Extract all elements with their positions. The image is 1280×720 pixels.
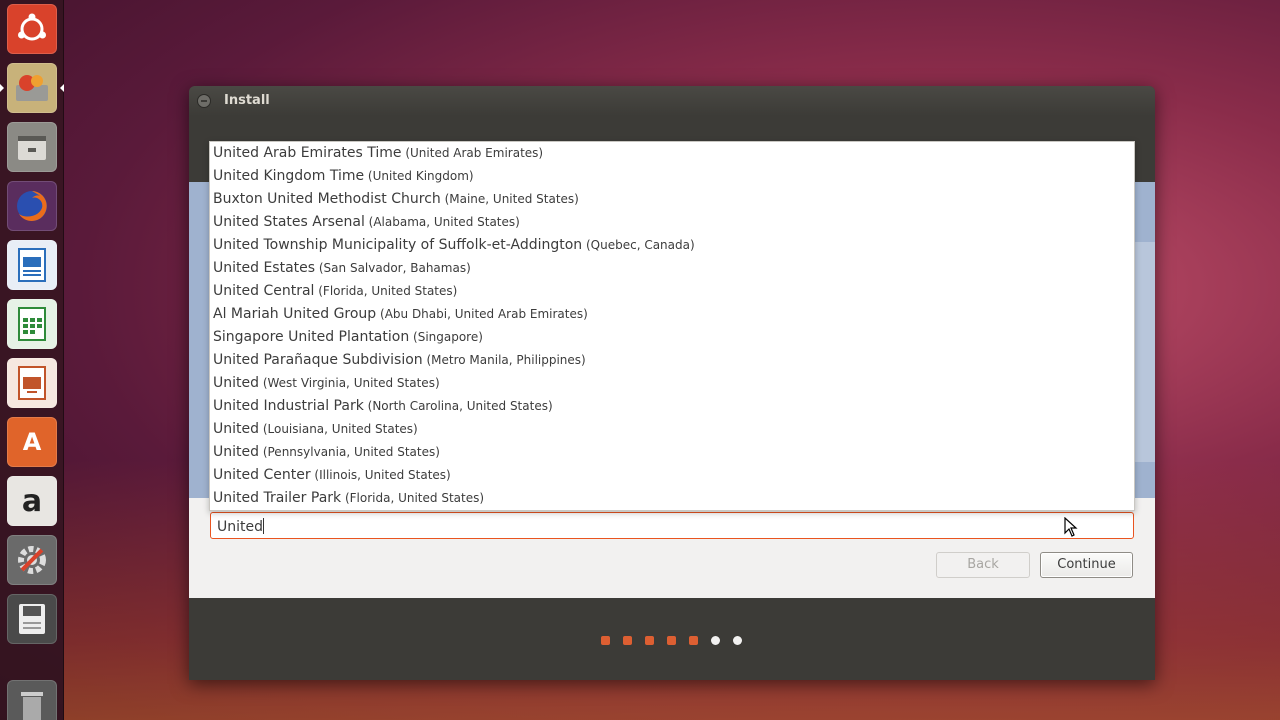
suggestion-item[interactable]: United Estates (San Salvador, Bahamas)	[210, 257, 1134, 280]
suggestion-item[interactable]: Al Mariah United Group (Abu Dhabi, Unite…	[210, 303, 1134, 326]
suggestion-item[interactable]: United (Louisiana, United States)	[210, 418, 1134, 441]
suggestion-region: (Maine, United States)	[440, 192, 579, 206]
timezone-search-input[interactable]: United	[210, 512, 1134, 539]
suggestion-item[interactable]: Buxton United Methodist Church (Maine, U…	[210, 188, 1134, 211]
suggestion-region: (Singapore)	[409, 330, 483, 344]
suggestion-name: Singapore United Plantation	[213, 329, 410, 345]
window-title: Install	[224, 93, 270, 108]
firefox-icon[interactable]	[7, 181, 57, 231]
suggestion-name: United Industrial Park	[213, 398, 364, 414]
suggestion-name: United Arab Emirates Time	[213, 145, 402, 161]
focus-indicator	[60, 84, 64, 92]
suggestion-item[interactable]: United Trailer Park (Florida, United Sta…	[210, 487, 1134, 510]
progress-dot-complete	[601, 636, 610, 645]
suggestion-region: (Florida, United States)	[341, 491, 485, 505]
trash-icon[interactable]	[7, 680, 57, 720]
system-settings-icon[interactable]	[7, 535, 57, 585]
progress-dot-complete	[689, 636, 698, 645]
suggestion-region: (Illinois, United States)	[310, 468, 451, 482]
progress-dot-pending	[711, 636, 720, 645]
suggestion-item[interactable]: Singapore United Plantation (Singapore)	[210, 326, 1134, 349]
installer-icon[interactable]	[7, 63, 57, 113]
suggestion-region: (Louisiana, United States)	[259, 422, 418, 436]
timezone-suggestions: United Arab Emirates Time (United Arab E…	[209, 141, 1135, 511]
suggestion-region: (United Arab Emirates)	[401, 146, 544, 160]
running-indicator	[0, 84, 4, 92]
ubuntu-logo-icon[interactable]	[7, 4, 57, 54]
suggestion-item[interactable]: United Township Municipality of Suffolk-…	[210, 234, 1134, 257]
back-button[interactable]: Back	[936, 552, 1030, 578]
suggestion-name: United Trailer Park	[213, 490, 342, 506]
suggestion-item[interactable]: United Parañaque Subdivision (Metro Mani…	[210, 349, 1134, 372]
progress-dot-complete	[623, 636, 632, 645]
suggestion-name: United Center	[213, 467, 311, 483]
impress-icon[interactable]	[7, 358, 57, 408]
suggestion-region: (United Kingdom)	[364, 169, 474, 183]
suggestion-item[interactable]: United Center (Illinois, United States)	[210, 464, 1134, 487]
drive-icon[interactable]	[7, 594, 57, 644]
progress-dot-pending	[733, 636, 742, 645]
suggestion-item[interactable]: United Central (Florida, United States)	[210, 280, 1134, 303]
progress-dot-complete	[667, 636, 676, 645]
calc-icon[interactable]	[7, 299, 57, 349]
suggestion-name: United	[213, 375, 259, 391]
suggestion-region: (Quebec, Canada)	[582, 238, 695, 252]
suggestion-region: (Alabama, United States)	[364, 215, 520, 229]
suggestion-name: United Estates	[213, 260, 316, 276]
suggestion-name: United	[213, 421, 259, 437]
suggestion-name: United Kingdom Time	[213, 168, 365, 184]
titlebar: Install	[189, 86, 1155, 116]
writer-icon[interactable]	[7, 240, 57, 290]
file-manager-icon[interactable]	[7, 122, 57, 172]
mouse-cursor-icon	[1064, 517, 1078, 537]
continue-button[interactable]: Continue	[1040, 552, 1133, 578]
suggestion-region: (Pennsylvania, United States)	[259, 445, 440, 459]
suggestion-name: Buxton United Methodist Church	[213, 191, 441, 207]
suggestion-name: United Central	[213, 283, 315, 299]
text-caret	[263, 518, 264, 534]
suggestion-name: Al Mariah United Group	[213, 306, 377, 322]
suggestion-name: United	[213, 444, 259, 460]
suggestion-region: (Florida, United States)	[314, 284, 458, 298]
suggestion-item[interactable]: United Kingdom Time (United Kingdom)	[210, 165, 1134, 188]
suggestion-name: United Township Municipality of Suffolk-…	[213, 237, 583, 253]
suggestion-item[interactable]: United (West Virginia, United States)	[210, 372, 1134, 395]
amazon-icon[interactable]: a	[7, 476, 57, 526]
progress-dot-complete	[645, 636, 654, 645]
suggestion-region: (San Salvador, Bahamas)	[315, 261, 471, 275]
suggestion-name: United States Arsenal	[213, 214, 365, 230]
suggestion-item[interactable]: United States Arsenal (Alabama, United S…	[210, 211, 1134, 234]
suggestion-region: (North Carolina, United States)	[363, 399, 553, 413]
suggestion-region: (West Virginia, United States)	[259, 376, 440, 390]
close-icon[interactable]	[197, 94, 211, 108]
software-center-icon[interactable]: A	[7, 417, 57, 467]
suggestion-region: (Metro Manila, Philippines)	[422, 353, 586, 367]
search-input-value: United	[217, 519, 263, 535]
suggestion-item[interactable]: United (Pennsylvania, United States)	[210, 441, 1134, 464]
suggestion-item[interactable]: United Industrial Park (North Carolina, …	[210, 395, 1134, 418]
launcher: A a	[0, 0, 64, 720]
suggestion-region: (Abu Dhabi, United Arab Emirates)	[376, 307, 588, 321]
suggestion-name: United Parañaque Subdivision	[213, 352, 423, 368]
suggestion-item[interactable]: United Arab Emirates Time (United Arab E…	[210, 142, 1134, 165]
